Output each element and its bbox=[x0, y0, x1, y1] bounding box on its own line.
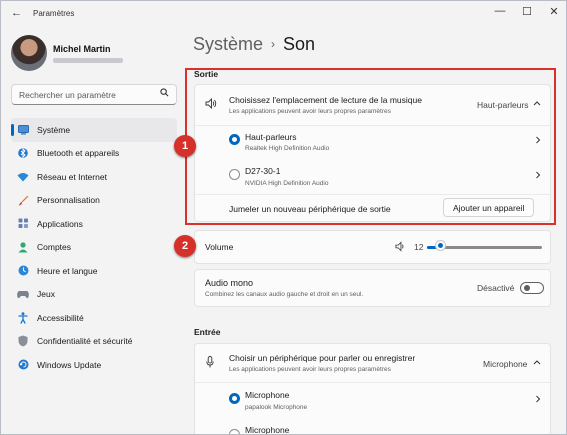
device-name: Microphone bbox=[245, 390, 290, 400]
mono-audio-title: Audio mono bbox=[205, 278, 254, 288]
maximize-button[interactable]: ☐ bbox=[520, 5, 534, 18]
breadcrumb: Système › Son bbox=[193, 34, 315, 55]
search-placeholder: Rechercher un paramètre bbox=[19, 90, 116, 100]
sidebar-item-label: Bluetooth et appareils bbox=[37, 148, 120, 159]
active-indicator bbox=[11, 124, 14, 136]
gamepad-icon bbox=[17, 288, 29, 300]
breadcrumb-separator: › bbox=[271, 37, 276, 51]
close-button[interactable]: ✕ bbox=[547, 5, 561, 18]
device-radio[interactable] bbox=[229, 429, 240, 434]
mono-audio-card: Audio mono Combinez les canaux audio gau… bbox=[194, 269, 551, 307]
step-marker-1: 1 bbox=[174, 135, 196, 157]
device-name: Microphone bbox=[245, 425, 290, 435]
input-chooser-subtitle: Les applications peuvent avoir leurs pro… bbox=[229, 366, 391, 373]
chevron-up-icon[interactable] bbox=[533, 357, 541, 367]
sidebar-item-label: Personnalisation bbox=[37, 195, 100, 206]
sidebar-item-label: Confidentialité et sécurité bbox=[37, 336, 133, 347]
back-arrow-icon[interactable]: ← bbox=[11, 7, 22, 19]
chevron-right-icon[interactable] bbox=[535, 395, 541, 405]
sidebar-item-systeme[interactable]: Système bbox=[11, 118, 177, 142]
highlight-box bbox=[185, 68, 556, 225]
account-icon bbox=[17, 241, 29, 253]
sidebar-item-heure-langue[interactable]: Heure et langue bbox=[11, 259, 177, 283]
microphone-icon bbox=[206, 356, 214, 370]
shield-icon bbox=[17, 335, 29, 347]
mono-audio-subtitle: Combinez les canaux audio gauche et droi… bbox=[205, 291, 364, 298]
input-chooser-title: Choisir un périphérique pour parler ou e… bbox=[229, 353, 416, 363]
sidebar-item-label: Heure et langue bbox=[37, 265, 98, 276]
accessibility-icon bbox=[17, 312, 29, 324]
globe-clock-icon bbox=[17, 265, 29, 277]
volume-slider-thumb[interactable] bbox=[436, 241, 446, 250]
input-section-label: Entrée bbox=[194, 327, 221, 337]
sidebar-item-label: Réseau et Internet bbox=[37, 171, 107, 182]
device-detail: papalook Microphone bbox=[245, 404, 308, 411]
sidebar-item-comptes[interactable]: Comptes bbox=[11, 236, 177, 260]
app-title: Paramètres bbox=[33, 9, 75, 18]
search-icon bbox=[160, 88, 169, 100]
input-card: Choisir un périphérique pour parler ou e… bbox=[194, 343, 551, 435]
sidebar-item-bluetooth[interactable]: Bluetooth et appareils bbox=[11, 142, 177, 166]
sidebar-item-label: Système bbox=[37, 124, 71, 135]
sidebar-item-label: Accessibilité bbox=[37, 312, 84, 323]
settings-window: ← Paramètres — ☐ ✕ Michel Martin Recherc… bbox=[0, 0, 567, 435]
user-email-redacted bbox=[53, 58, 123, 63]
wifi-icon bbox=[17, 171, 29, 183]
breadcrumb-parent[interactable]: Système bbox=[193, 34, 263, 54]
bluetooth-icon bbox=[17, 147, 29, 159]
update-icon bbox=[17, 359, 29, 371]
sidebar-nav: Système Bluetooth et appareils Réseau et… bbox=[11, 118, 177, 377]
sidebar-item-label: Applications bbox=[37, 218, 83, 229]
sidebar-item-windows-update[interactable]: Windows Update bbox=[11, 353, 177, 377]
step-marker-2: 2 bbox=[174, 235, 196, 257]
sidebar-item-applications[interactable]: Applications bbox=[11, 212, 177, 236]
avatar bbox=[11, 35, 47, 71]
system-icon bbox=[17, 124, 29, 136]
sidebar-item-confidentialite[interactable]: Confidentialité et sécurité bbox=[11, 330, 177, 354]
input-device-row[interactable]: Microphone bbox=[195, 419, 550, 435]
input-device-row[interactable]: Microphone papalook Microphone bbox=[195, 383, 550, 418]
brush-icon bbox=[17, 194, 29, 206]
sidebar-item-personnalisation[interactable]: Personnalisation bbox=[11, 189, 177, 213]
mono-audio-state: Désactivé bbox=[477, 283, 515, 293]
mono-audio-toggle[interactable] bbox=[520, 282, 544, 294]
device-radio-selected[interactable] bbox=[229, 393, 240, 404]
volume-card: Volume 12 bbox=[194, 230, 551, 264]
page-title: Son bbox=[283, 34, 316, 54]
speaker-icon[interactable] bbox=[395, 241, 406, 254]
title-bar: ← Paramètres — ☐ ✕ bbox=[1, 1, 566, 25]
sidebar-item-jeux[interactable]: Jeux bbox=[11, 283, 177, 307]
apps-icon bbox=[17, 218, 29, 230]
user-name: Michel Martin bbox=[53, 44, 111, 54]
minimize-button[interactable]: — bbox=[493, 5, 507, 17]
volume-label: Volume bbox=[205, 242, 234, 252]
input-chooser-row[interactable]: Choisir un périphérique pour parler ou e… bbox=[195, 344, 550, 382]
settings-search-input[interactable]: Rechercher un paramètre bbox=[11, 84, 177, 105]
volume-value: 12 bbox=[414, 242, 424, 252]
input-chooser-value: Microphone bbox=[483, 359, 528, 369]
sidebar-item-reseau[interactable]: Réseau et Internet bbox=[11, 165, 177, 189]
volume-slider[interactable] bbox=[427, 241, 542, 250]
sidebar-item-label: Jeux bbox=[37, 289, 55, 300]
sidebar-item-label: Comptes bbox=[37, 242, 72, 253]
sidebar-item-accessibilite[interactable]: Accessibilité bbox=[11, 306, 177, 330]
sidebar-item-label: Windows Update bbox=[37, 359, 102, 370]
